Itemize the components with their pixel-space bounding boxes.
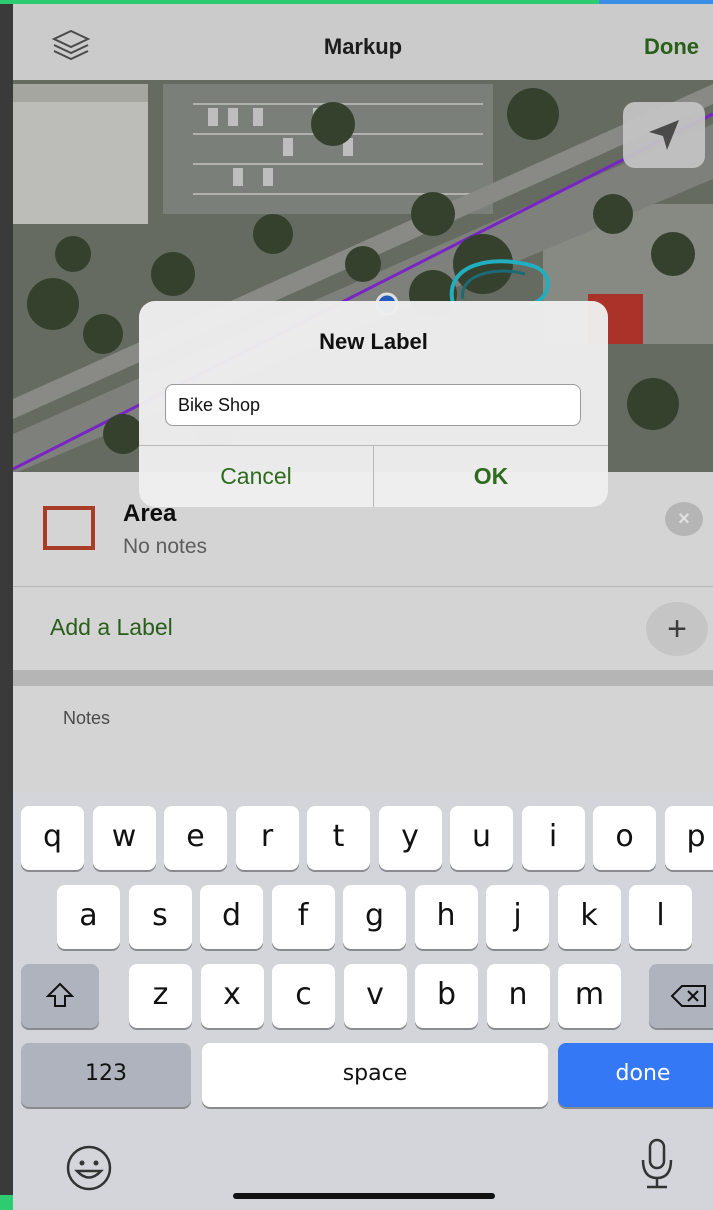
key-n[interactable]: n — [486, 964, 550, 1028]
key-e[interactable]: e — [164, 806, 227, 870]
key-l[interactable]: l — [629, 885, 692, 949]
backspace-icon — [670, 985, 706, 1007]
dialog-title: New Label — [319, 329, 428, 354]
key-p[interactable]: p — [664, 806, 713, 870]
ok-button[interactable]: OK — [374, 445, 608, 507]
key-v[interactable]: v — [343, 964, 407, 1028]
key-h[interactable]: h — [414, 885, 478, 949]
key-q[interactable]: q — [21, 806, 84, 870]
numbers-key[interactable]: 123 — [21, 1043, 191, 1107]
microphone-icon[interactable] — [639, 1138, 675, 1190]
shift-arrow-icon — [45, 982, 75, 1007]
key-j[interactable]: j — [486, 885, 549, 949]
key-y[interactable]: y — [378, 806, 442, 870]
app-window: Markup Done Area No notes × Add a Label … — [13, 4, 713, 1210]
shift-key[interactable] — [21, 964, 99, 1028]
on-screen-keyboard: qwertyuiop asdfghjkl zxcvbnm 123 space d… — [13, 792, 713, 1210]
key-o[interactable]: o — [593, 806, 656, 870]
key-m[interactable]: m — [558, 964, 621, 1028]
key-i[interactable]: i — [521, 806, 585, 870]
key-u[interactable]: u — [450, 806, 513, 870]
backspace-key[interactable] — [649, 964, 713, 1028]
key-x[interactable]: x — [200, 964, 264, 1028]
key-z[interactable]: z — [129, 964, 192, 1028]
label-text-input[interactable]: Bike Shop — [165, 384, 581, 426]
space-key[interactable]: space — [202, 1043, 548, 1107]
key-r[interactable]: r — [235, 806, 299, 870]
side-accent — [0, 1195, 13, 1210]
key-t[interactable]: t — [307, 806, 370, 870]
key-a[interactable]: a — [57, 885, 120, 949]
key-w[interactable]: w — [92, 806, 156, 870]
keyboard-done-key[interactable]: done — [558, 1043, 713, 1107]
new-label-dialog: New Label Bike Shop Cancel OK — [139, 301, 608, 507]
key-k[interactable]: k — [557, 885, 621, 949]
key-g[interactable]: g — [343, 885, 406, 949]
key-s[interactable]: s — [128, 885, 192, 949]
home-indicator — [233, 1193, 495, 1199]
key-c[interactable]: c — [272, 964, 335, 1028]
key-d[interactable]: d — [200, 885, 263, 949]
key-f[interactable]: f — [271, 885, 335, 949]
emoji-icon[interactable] — [65, 1144, 113, 1192]
cancel-button[interactable]: Cancel — [139, 445, 373, 507]
key-b[interactable]: b — [415, 964, 478, 1028]
